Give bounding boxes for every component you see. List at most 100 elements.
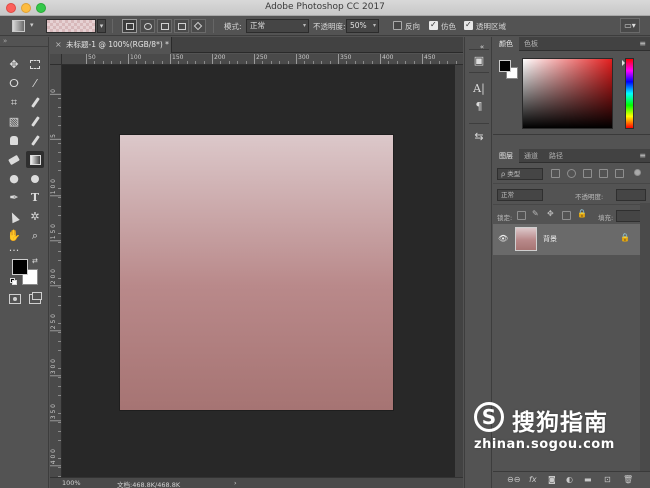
document-canvas[interactable]: [120, 135, 393, 410]
zoom-tool[interactable]: ⌕: [26, 227, 44, 244]
clone-stamp-tool[interactable]: [5, 132, 23, 149]
adjustments-icon[interactable]: ⇆: [472, 130, 486, 144]
tab-swatches[interactable]: 色板: [518, 37, 544, 51]
tab-color[interactable]: 颜色: [493, 37, 519, 51]
gradient-preview[interactable]: [46, 19, 96, 33]
collapse-icon[interactable]: »: [3, 37, 7, 45]
dither-checkbox[interactable]: [429, 20, 438, 30]
foreground-color-swatch[interactable]: [12, 259, 28, 275]
layer-row[interactable]: 👁 背景 🔒: [493, 224, 640, 255]
blur-tool[interactable]: ●: [5, 170, 23, 187]
magic-wand-tool[interactable]: ⁄: [26, 75, 44, 92]
canvas-workspace[interactable]: [62, 65, 463, 477]
lasso-tool[interactable]: ⵔ: [5, 75, 23, 92]
type-tool[interactable]: T: [26, 189, 44, 206]
filter-smart-object-icon[interactable]: [615, 169, 624, 178]
lasso-icon: ⵔ: [9, 77, 19, 90]
new-layer-icon[interactable]: ⊡: [604, 475, 611, 484]
collapse-icon[interactable]: «: [475, 40, 489, 54]
ruler-minor-tick: [58, 422, 61, 423]
ruler-minor-tick: [220, 61, 222, 64]
layer-filter-select[interactable]: ρ 类型: [497, 168, 543, 180]
color-swatches: ⇄: [10, 257, 44, 291]
vertical-ruler[interactable]: 051 0 01 5 02 0 02 5 03 0 03 5 04 0 0: [50, 65, 62, 477]
crop-tool[interactable]: ⌗: [5, 94, 23, 111]
path-selection-tool[interactable]: [5, 208, 23, 225]
layer-opacity-input[interactable]: [616, 189, 646, 201]
ruler-minor-tick: [144, 61, 146, 64]
lock-transparent-icon[interactable]: [517, 211, 526, 220]
linear-gradient-button[interactable]: [122, 19, 137, 33]
workspace-switcher-icon[interactable]: ▭▾: [620, 18, 640, 33]
chevron-down-icon[interactable]: ▾: [30, 21, 38, 31]
gradient-tool[interactable]: [26, 151, 44, 168]
filter-adjustment-icon[interactable]: [567, 169, 576, 178]
dodge-tool[interactable]: [26, 170, 44, 187]
hue-slider[interactable]: [625, 58, 634, 129]
add-mask-icon[interactable]: ◙: [548, 475, 556, 484]
history-brush-tool[interactable]: [26, 132, 44, 149]
chevron-right-icon[interactable]: ›: [234, 479, 237, 487]
marquee-tool[interactable]: [26, 56, 44, 73]
swap-colors-icon[interactable]: ⇄: [32, 257, 38, 265]
tab-paths[interactable]: 路径: [543, 149, 569, 163]
ruler-minor-tick: [371, 61, 373, 64]
brush-tool[interactable]: [26, 113, 44, 130]
adjustment-layer-icon[interactable]: ◐: [566, 475, 573, 484]
vertical-scrollbar[interactable]: [455, 65, 463, 477]
zoom-level[interactable]: 100%: [62, 479, 81, 487]
lock-position-icon[interactable]: ✥: [547, 209, 556, 218]
healing-brush-tool[interactable]: ▧: [5, 113, 23, 130]
lock-artboard-icon[interactable]: [562, 211, 571, 220]
paragraph-icon[interactable]: ¶: [472, 100, 486, 114]
gradient-picker-dropdown[interactable]: ▾: [97, 19, 106, 33]
filter-shape-icon[interactable]: [599, 169, 608, 178]
ruler-tick-label: 150: [170, 54, 183, 64]
panel-foreground-swatch[interactable]: [499, 60, 511, 72]
lock-all-icon[interactable]: 🔒: [577, 209, 587, 218]
trash-icon[interactable]: 🗑: [623, 475, 633, 484]
character-icon[interactable]: A|: [472, 82, 486, 96]
pen-tool[interactable]: ✒: [5, 189, 23, 206]
link-layers-icon[interactable]: ⊖⊖: [507, 475, 520, 484]
ruler-minor-tick: [58, 125, 61, 126]
new-group-icon[interactable]: ▬: [584, 475, 592, 484]
ruler-minor-tick: [161, 61, 163, 64]
ruler-origin[interactable]: [50, 54, 62, 65]
quick-mask-icon[interactable]: [9, 294, 21, 304]
blend-mode-select[interactable]: 正常: [497, 189, 543, 201]
gradient-tool-preset-icon[interactable]: [12, 20, 25, 32]
history-icon[interactable]: ▣: [472, 54, 486, 68]
eye-icon[interactable]: 👁: [498, 234, 508, 243]
fx-icon[interactable]: fx: [529, 475, 537, 484]
color-field[interactable]: [522, 58, 613, 129]
shape-tool[interactable]: ✲: [26, 208, 44, 225]
screen-mode-icon[interactable]: [29, 292, 42, 304]
horizontal-ruler[interactable]: 50 100 150 200 250 300 350 400 450: [62, 54, 463, 65]
mode-select[interactable]: 正常 ▾: [246, 19, 309, 33]
diamond-gradient-button[interactable]: [191, 19, 206, 33]
close-icon[interactable]: ×: [55, 37, 62, 53]
ruler-minor-tick: [405, 61, 407, 64]
tab-layers[interactable]: 图层: [493, 149, 519, 163]
document-tab[interactable]: × 未标题-1 @ 100%(RGB/8*) *: [50, 37, 172, 53]
filter-type-icon[interactable]: [583, 169, 592, 178]
angle-gradient-button[interactable]: [157, 19, 172, 33]
default-colors-icon[interactable]: [10, 278, 17, 285]
filter-toggle-icon[interactable]: [634, 169, 641, 176]
reverse-checkbox[interactable]: [393, 21, 402, 30]
opacity-input[interactable]: 50% ▾: [346, 19, 379, 33]
eyedropper-tool[interactable]: [26, 94, 44, 111]
tools-panel-header[interactable]: »: [0, 37, 48, 47]
lock-pixels-icon[interactable]: ✎: [532, 209, 541, 218]
move-tool[interactable]: ✥: [5, 56, 23, 73]
reflected-gradient-button[interactable]: [174, 19, 189, 33]
panel-menu-icon[interactable]: ≡: [639, 39, 646, 48]
ruler-minor-tick: [58, 233, 61, 234]
filter-pixel-icon[interactable]: [551, 169, 560, 178]
transparency-checkbox[interactable]: [464, 20, 473, 30]
radial-gradient-button[interactable]: [140, 19, 155, 33]
eraser-tool[interactable]: [5, 151, 23, 168]
tab-channels[interactable]: 通道: [518, 149, 544, 163]
panel-menu-icon[interactable]: ≡: [639, 151, 646, 160]
